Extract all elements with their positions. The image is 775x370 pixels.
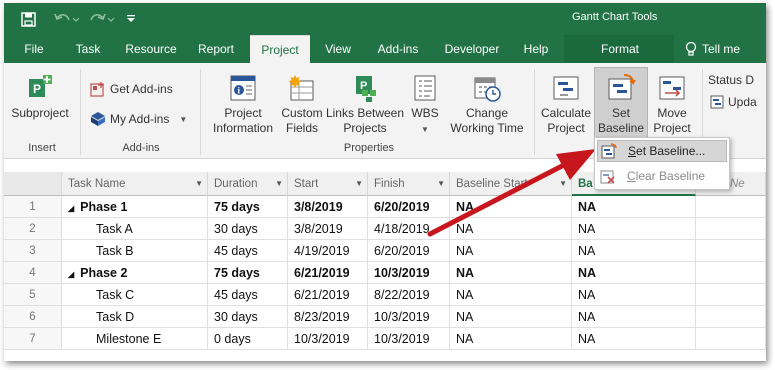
set-baseline-menu: Set Baseline... Clear Baseline xyxy=(594,137,730,190)
menu-item-set-baseline-label: Set Baseline... xyxy=(628,144,706,158)
annotation-arrow-shaft xyxy=(427,163,565,237)
app-window: Gantt Chart Tools File Task Resource Rep… xyxy=(4,3,766,361)
clear-baseline-icon xyxy=(597,168,619,184)
menu-item-clear-baseline-label: Clear Baseline xyxy=(627,169,706,183)
set-baseline-icon xyxy=(598,143,620,159)
menu-item-set-baseline[interactable]: Set Baseline... xyxy=(597,140,727,162)
menu-item-clear-baseline[interactable]: Clear Baseline xyxy=(597,165,727,187)
annotation-arrow-head xyxy=(556,149,596,180)
